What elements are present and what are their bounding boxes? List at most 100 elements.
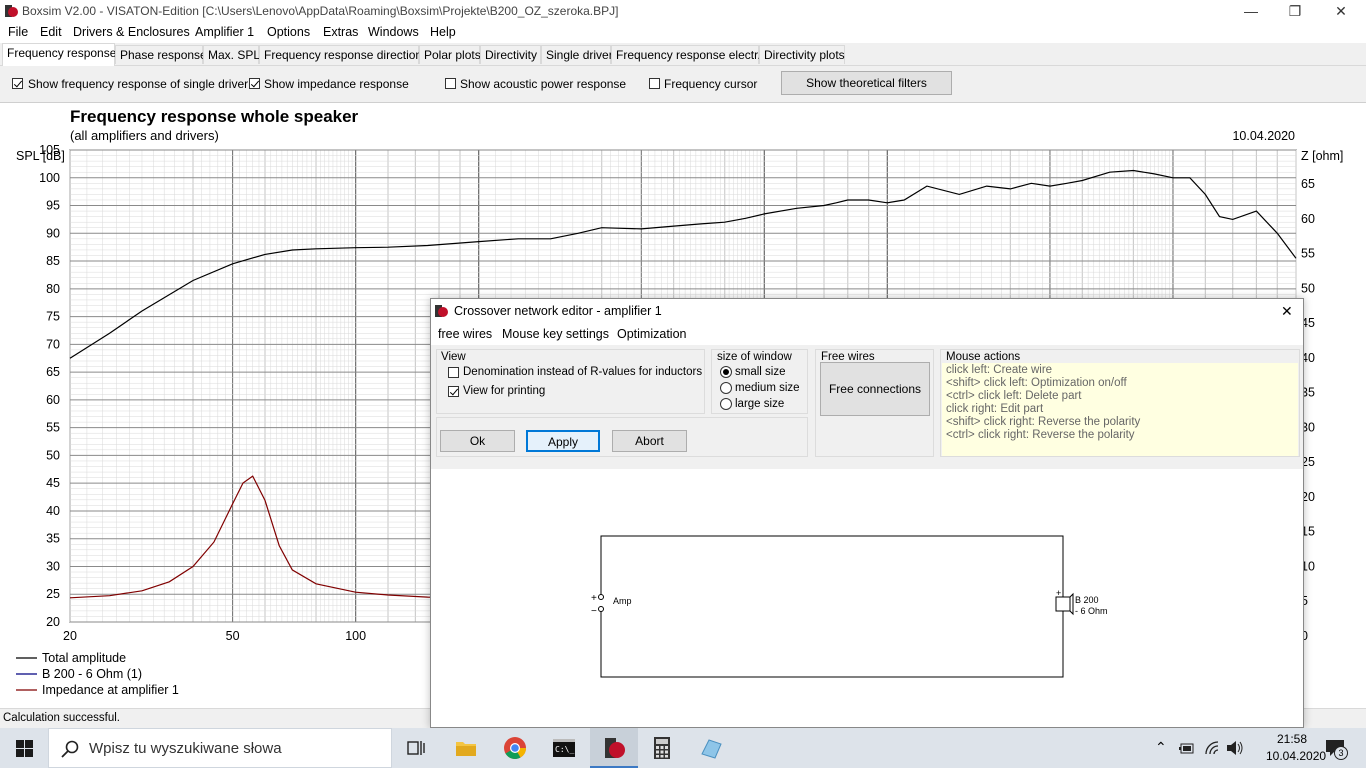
menu-windows[interactable]: Windows <box>368 25 419 39</box>
show-theoretical-filters-button[interactable]: Show theoretical filters <box>781 71 952 95</box>
dialog-menu-free-wires[interactable]: free wires <box>438 327 492 341</box>
restore-button[interactable]: ❐ <box>1272 0 1318 23</box>
single-driver-checkbox[interactable] <box>12 78 23 89</box>
tab-frequency-response-electr[interactable]: Frequency response electr.. <box>611 45 764 64</box>
tab-frequency-response-directions[interactable]: Frequency response directions <box>259 45 428 64</box>
y-tick-label: 25 <box>46 587 60 601</box>
dialog-menu-bar: free wires Mouse key settings Optimizati… <box>431 324 1303 344</box>
task-view-icon[interactable] <box>404 736 428 760</box>
legend-entry: B 200 - 6 Ohm (1) <box>42 667 142 681</box>
y-tick-label: 85 <box>46 254 60 268</box>
view-for-printing-checkbox[interactable] <box>448 386 459 397</box>
menu-drivers-enclosures[interactable]: Drivers & Enclosures <box>73 25 190 39</box>
chevron-up-icon[interactable]: ⌃ <box>1155 739 1167 756</box>
frequency-cursor-checkbox[interactable] <box>649 78 660 89</box>
wifi-icon[interactable] <box>1204 740 1222 756</box>
tab-single-driver[interactable]: Single driver <box>541 45 613 64</box>
minimize-button[interactable]: — <box>1228 0 1274 23</box>
taskbar-search-box[interactable]: Wpisz tu wyszukiwane słowa <box>48 728 392 768</box>
dialog-menu-mouse-key-settings[interactable]: Mouse key settings <box>502 327 609 341</box>
abort-button[interactable]: Abort <box>612 430 687 452</box>
menu-edit[interactable]: Edit <box>40 25 62 39</box>
chart-date: 10.04.2020 <box>1232 129 1295 143</box>
y2-tick-label: 60 <box>1301 212 1315 226</box>
tab-polar-plots[interactable]: Polar plots <box>419 45 481 64</box>
x-tick-label: 20 <box>63 629 77 643</box>
dialog-menu-optimization[interactable]: Optimization <box>617 327 686 341</box>
svg-text:C:\_: C:\_ <box>555 745 574 754</box>
title-bar: Boxsim V2.00 - VISATON-Edition [C:\Users… <box>0 0 1366 23</box>
window-title: Boxsim V2.00 - VISATON-Edition [C:\Users… <box>22 4 619 18</box>
dialog-settings-panel: View Denomination instead of R-values fo… <box>431 345 1303 469</box>
medium-size-radio[interactable] <box>720 382 732 394</box>
menu-extras[interactable]: Extras <box>323 25 358 39</box>
chrome-icon[interactable] <box>503 736 527 760</box>
driver-symbol[interactable] <box>1055 596 1071 612</box>
size-group-title: size of window <box>717 351 792 363</box>
view-group-title: View <box>441 351 466 363</box>
volume-icon[interactable] <box>1226 740 1244 756</box>
dialog-close-button[interactable]: ✕ <box>1281 303 1293 320</box>
denomination-checkbox[interactable] <box>448 367 459 378</box>
ok-button[interactable]: Ok <box>440 430 515 452</box>
clock-date[interactable]: 10.04.2020 <box>1266 749 1326 763</box>
mouse-action-line: <shift> click left: Optimization on/off <box>946 377 1127 389</box>
large-size-label: large size <box>735 398 785 410</box>
crossover-editor-dialog: Crossover network editor - amplifier 1 ✕… <box>430 298 1304 728</box>
tab-phase-response[interactable]: Phase response <box>115 45 207 64</box>
options-row: Show frequency response of single driver… <box>0 66 1366 103</box>
paint-icon[interactable] <box>699 736 723 760</box>
free-connections-button[interactable]: Free connections <box>820 362 930 416</box>
circuit-wire-loop[interactable] <box>600 535 1064 678</box>
boxsim-taskbar-item[interactable] <box>590 728 638 768</box>
dialog-buttons-group: Ok Apply Abort <box>436 417 808 457</box>
y-tick-label: 35 <box>46 532 60 546</box>
y2-tick-label: 50 <box>1301 281 1315 295</box>
command-prompt-icon[interactable]: C:\_ <box>552 736 576 760</box>
amp-minus-terminal[interactable] <box>598 606 604 612</box>
file-explorer-icon[interactable] <box>454 736 478 760</box>
y-tick-label: 65 <box>46 365 60 379</box>
apply-button[interactable]: Apply <box>526 430 600 452</box>
y-tick-label: 70 <box>46 337 60 351</box>
x-tick-label: 100 <box>345 629 366 643</box>
mouse-actions-group: Mouse actions click left: Create wire <s… <box>940 349 1300 457</box>
mouse-actions-list: click left: Create wire <shift> click le… <box>942 363 1298 456</box>
dialog-title-bar: Crossover network editor - amplifier 1 ✕ <box>431 299 1303 323</box>
menu-amplifier-1[interactable]: Amplifier 1 <box>195 25 254 39</box>
impedance-checkbox[interactable] <box>249 78 260 89</box>
tab-max-spl[interactable]: Max. SPL <box>203 45 260 64</box>
y-tick-label: 105 <box>39 143 60 157</box>
status-text: Calculation successful. <box>3 712 120 724</box>
small-size-label: small size <box>735 366 786 378</box>
amp-plus-sign: + <box>591 593 597 604</box>
windows-start-icon[interactable] <box>16 740 33 757</box>
crossover-schematic[interactable]: + − Amp + B 200 - 6 Ohm <box>431 469 1303 727</box>
battery-icon[interactable] <box>1179 741 1195 755</box>
menu-help[interactable]: Help <box>430 25 456 39</box>
menu-file[interactable]: File <box>8 25 28 39</box>
amp-plus-terminal[interactable] <box>598 594 604 600</box>
y-tick-label: 90 <box>46 226 60 240</box>
calculator-icon[interactable] <box>650 736 674 760</box>
denomination-label: Denomination instead of R-values for ind… <box>463 366 703 378</box>
y-tick-label: 80 <box>46 282 60 296</box>
tab-directivity-plots[interactable]: Directivity plots <box>759 45 845 64</box>
large-size-radio[interactable] <box>720 398 732 410</box>
acoustic-power-label: Show acoustic power response <box>460 77 627 91</box>
small-size-radio[interactable] <box>720 366 732 378</box>
mouse-action-line: click right: Edit part <box>946 403 1044 415</box>
y-tick-label: 55 <box>46 421 60 435</box>
tab-directivity[interactable]: Directivity <box>480 45 541 64</box>
y-tick-label: 95 <box>46 199 60 213</box>
boxsim-app-icon <box>435 305 448 317</box>
legend-entry: Impedance at amplifier 1 <box>42 683 179 697</box>
impedance-label: Show impedance response <box>264 77 409 91</box>
clock-time[interactable]: 21:58 <box>1277 732 1307 746</box>
chart-subtitle: (all amplifiers and drivers) <box>70 128 219 143</box>
tab-frequency-response[interactable]: Frequency response. <box>2 43 120 66</box>
menu-options[interactable]: Options <box>267 25 310 39</box>
acoustic-power-checkbox[interactable] <box>445 78 456 89</box>
close-button[interactable]: ✕ <box>1318 0 1364 23</box>
y-tick-label: 20 <box>46 615 60 629</box>
